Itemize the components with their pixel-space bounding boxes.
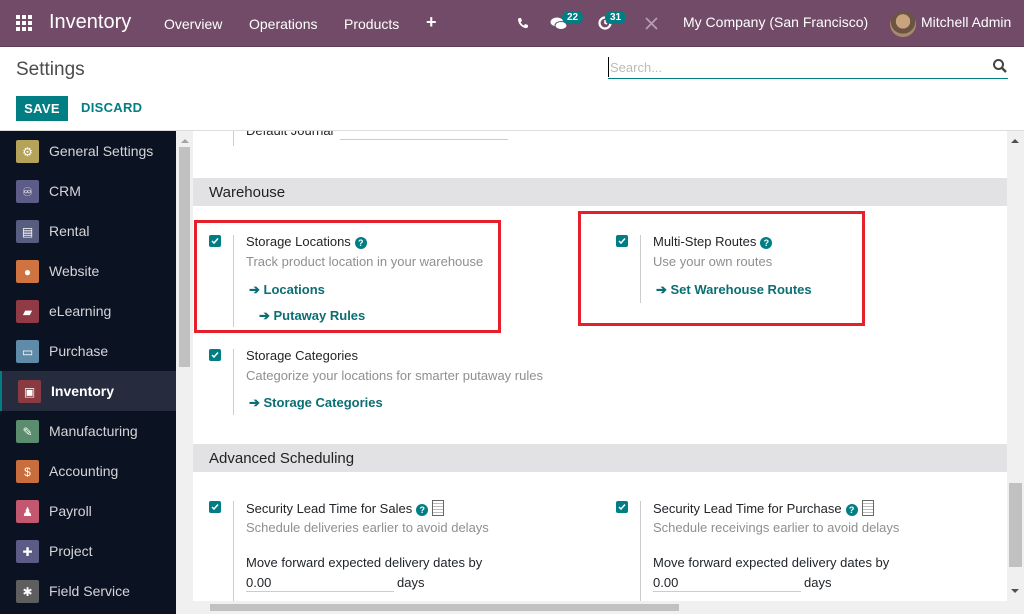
content-scroll-thumb[interactable] xyxy=(1009,483,1022,567)
sidebar-item-label: Rental xyxy=(49,223,90,239)
sidebar-item-label: CRM xyxy=(49,183,81,199)
storage-categories-link[interactable]: ➔ Storage Categories xyxy=(249,395,383,411)
sales-lead-days-input[interactable] xyxy=(246,574,394,592)
sidebar-item-payroll[interactable]: ♟ Payroll xyxy=(0,491,176,531)
page-title: Settings xyxy=(16,59,85,80)
sidebar-item-label: Website xyxy=(49,263,100,279)
scroll-up-arrow-icon[interactable] xyxy=(181,139,189,143)
calendar-icon: ▤ xyxy=(16,220,39,243)
sidebar-item-label: eLearning xyxy=(49,303,112,319)
invoice-icon: $ xyxy=(16,460,39,483)
sidebar-item-label: General Settings xyxy=(49,143,154,159)
highlight-box-multi-step-routes xyxy=(578,211,865,326)
section-warehouse: Warehouse xyxy=(193,178,1007,206)
sidebar-item-accounting[interactable]: $ Accounting xyxy=(0,451,176,491)
gear-icon: ⚙ xyxy=(16,140,39,163)
search-icon[interactable] xyxy=(992,58,1008,74)
sidebar-item-project[interactable]: ✚ Project xyxy=(0,531,176,571)
sidebar-item-field-service[interactable]: ✱ Field Service xyxy=(0,571,176,611)
sidebar-item-label: Accounting xyxy=(49,463,119,479)
help-icon[interactable]: ? xyxy=(845,504,858,516)
setting-description: Schedule deliveries earlier to avoid del… xyxy=(246,520,489,535)
wrench-icon: ✎ xyxy=(16,420,39,443)
search-bar xyxy=(608,57,1008,79)
sidebar-item-label: Project xyxy=(49,543,93,559)
unit-label: days xyxy=(397,575,425,590)
setting-title: Storage Categories xyxy=(246,348,359,363)
menu-overview[interactable]: Overview xyxy=(164,16,222,32)
sidebar-item-inventory[interactable]: ▣ Inventory xyxy=(0,371,176,411)
company-specific-icon xyxy=(861,500,874,516)
help-icon[interactable]: ? xyxy=(416,504,429,516)
setting-description: Schedule receivings earlier to avoid del… xyxy=(653,520,900,535)
divider xyxy=(640,501,641,601)
save-button[interactable]: SAVE xyxy=(16,96,68,121)
settings-sidebar: ⚙ General Settings ♾ CRM ▤ Rental ● Website ▰ eLe… xyxy=(0,131,176,614)
unit-label: days xyxy=(804,575,832,590)
highlight-box-storage-locations xyxy=(194,220,501,333)
sidebar-item-elearning[interactable]: ▰ eLearning xyxy=(0,291,176,331)
credit-card-icon: ▭ xyxy=(16,340,39,363)
horizontal-scroll-thumb[interactable] xyxy=(210,604,679,611)
sidebar-item-label: Field Service xyxy=(49,583,130,599)
messages-count-badge: 22 xyxy=(562,11,584,24)
company-switcher[interactable]: My Company (San Francisco) xyxy=(683,14,868,30)
puzzle-icon: ✚ xyxy=(16,540,39,563)
globe-icon: ● xyxy=(16,260,39,283)
apps-menu-icon[interactable] xyxy=(16,15,32,31)
arrow-right-icon: ➔ xyxy=(249,395,264,410)
sidebar-item-website[interactable]: ● Website xyxy=(0,251,176,291)
field-label: Move forward expected delivery dates by xyxy=(246,555,483,570)
sidebar-item-manufacturing[interactable]: ✎ Manufacturing xyxy=(0,411,176,451)
sidebar-item-label: Payroll xyxy=(49,503,92,519)
payroll-icon: ♟ xyxy=(16,500,39,523)
scroll-down-arrow-icon[interactable] xyxy=(1011,589,1019,593)
handshake-icon: ♾ xyxy=(16,180,39,203)
horizontal-scrollbar[interactable] xyxy=(193,601,1007,614)
security-lead-purchase-checkbox[interactable] xyxy=(616,501,628,513)
setting-title: Security Lead Time for Sales? xyxy=(246,500,445,516)
elearning-icon: ▰ xyxy=(16,300,39,323)
sidebar-item-label: Inventory xyxy=(51,383,115,399)
default-journal-label: Default Journal xyxy=(246,131,333,138)
sidebar-item-rental[interactable]: ▤ Rental xyxy=(0,211,176,251)
sidebar-scroll-thumb[interactable] xyxy=(179,147,190,367)
section-advanced-scheduling: Advanced Scheduling xyxy=(193,444,1007,472)
content-scrollbar[interactable] xyxy=(1007,131,1024,601)
tools-icon[interactable] xyxy=(645,17,658,30)
sidebar-item-crm[interactable]: ♾ CRM xyxy=(0,171,176,211)
divider xyxy=(233,131,234,146)
company-specific-icon xyxy=(432,500,445,516)
scrollbar-corner xyxy=(1007,601,1024,614)
menu-products[interactable]: Products xyxy=(344,16,399,32)
settings-content: Default Journal Warehouse Storage Locati… xyxy=(193,131,1007,601)
field-label: Move forward expected delivery dates by xyxy=(653,555,890,570)
phone-icon[interactable] xyxy=(517,17,529,29)
sidebar-item-label: Manufacturing xyxy=(49,423,138,439)
purchase-lead-days-input[interactable] xyxy=(653,574,801,592)
sidebar-item-purchase[interactable]: ▭ Purchase xyxy=(0,331,176,371)
sidebar-scrollbar[interactable] xyxy=(176,131,193,614)
menu-operations[interactable]: Operations xyxy=(249,16,317,32)
sidebar-item-label: Purchase xyxy=(49,343,109,359)
box-icon: ▣ xyxy=(18,380,41,403)
search-input[interactable] xyxy=(608,57,978,77)
setting-title: Security Lead Time for Purchase? xyxy=(653,500,874,516)
activity-count-badge: 31 xyxy=(605,11,627,24)
default-journal-select[interactable] xyxy=(340,139,508,140)
user-menu[interactable]: Mitchell Admin xyxy=(921,14,1011,30)
user-avatar[interactable] xyxy=(890,11,916,37)
sidebar-item-general-settings[interactable]: ⚙ General Settings xyxy=(0,131,176,171)
storage-categories-checkbox[interactable] xyxy=(209,349,221,361)
scroll-up-arrow-icon[interactable] xyxy=(1011,139,1019,143)
plus-icon[interactable]: + xyxy=(426,12,437,33)
field-service-icon: ✱ xyxy=(16,580,39,603)
top-navbar: Inventory Overview Operations Products +… xyxy=(0,0,1024,47)
setting-description: Categorize your locations for smarter pu… xyxy=(246,368,543,383)
divider xyxy=(233,501,234,601)
discard-button[interactable]: DISCARD xyxy=(81,100,142,115)
divider xyxy=(233,349,234,415)
app-title[interactable]: Inventory xyxy=(49,11,131,34)
security-lead-sales-checkbox[interactable] xyxy=(209,501,221,513)
